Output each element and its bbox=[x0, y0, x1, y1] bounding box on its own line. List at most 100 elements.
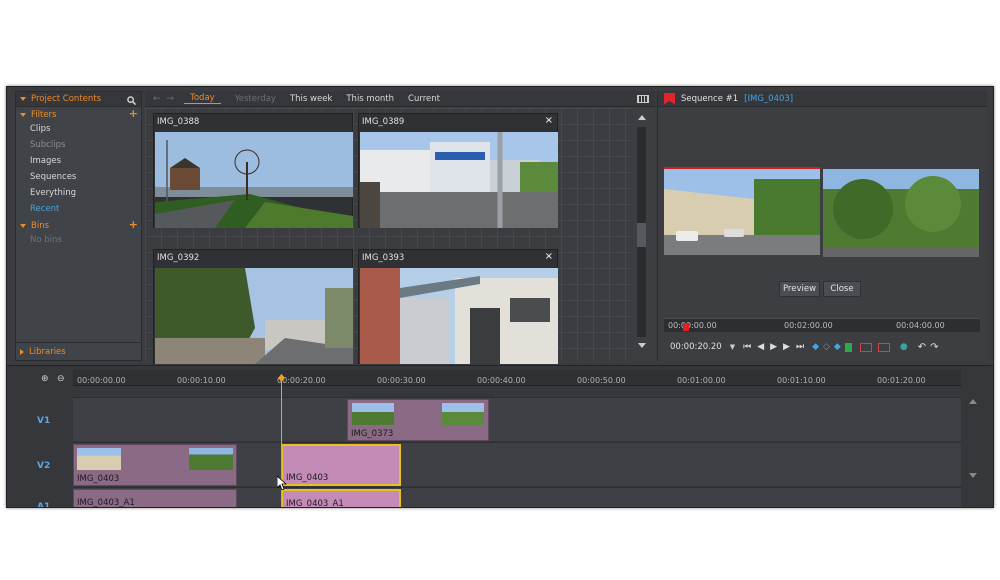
scroll-down-icon[interactable] bbox=[638, 343, 646, 348]
playhead-marker-icon[interactable] bbox=[683, 323, 689, 331]
editor-window: Project Contents Filters + Clips Subclip… bbox=[6, 86, 994, 508]
program-viewer[interactable] bbox=[823, 169, 979, 257]
ruler-label: 00:00:00.00 bbox=[668, 321, 717, 330]
thumbnail-image bbox=[155, 268, 353, 364]
browser-scrollbar[interactable] bbox=[636, 113, 648, 353]
ruler-label: 00:01:10.00 bbox=[777, 376, 826, 385]
filters-label: Filters bbox=[31, 110, 57, 120]
timeline-clip[interactable]: IMG_0373 bbox=[347, 399, 489, 441]
tab-today[interactable]: Today bbox=[184, 93, 221, 104]
project-contents-panel: Project Contents Filters + Clips Subclip… bbox=[15, 91, 142, 361]
close-button[interactable]: Close bbox=[823, 281, 861, 297]
mark-in-icon[interactable]: ◆ bbox=[812, 342, 819, 352]
zoom-in-icon[interactable]: ⊕ bbox=[41, 374, 49, 384]
close-icon[interactable]: × bbox=[545, 251, 553, 262]
selected-audio-clip[interactable]: IMG_0403_A1 bbox=[281, 489, 401, 507]
go-to-start-icon[interactable]: ⏮ bbox=[743, 342, 751, 352]
bins-header[interactable]: Bins + bbox=[16, 218, 141, 233]
undo-icon[interactable]: ↶ bbox=[918, 342, 926, 353]
timeline-clip[interactable]: IMG_0403 bbox=[73, 444, 237, 486]
thumbnail-image bbox=[360, 268, 558, 364]
ruler-label: 00:02:00.00 bbox=[784, 321, 833, 330]
record-voice-icon[interactable]: ● bbox=[900, 342, 908, 352]
track-label-a1[interactable]: A1 bbox=[37, 502, 50, 507]
clip-thumb bbox=[442, 403, 484, 425]
delete-icon[interactable] bbox=[877, 342, 890, 352]
project-contents-title: Project Contents bbox=[31, 94, 102, 104]
step-forward-icon[interactable]: ▶ bbox=[783, 342, 790, 352]
thumbnail-card[interactable]: IMG_0389 × bbox=[358, 113, 558, 228]
thumbnail-title: IMG_0388 bbox=[157, 117, 200, 127]
replace-icon[interactable] bbox=[859, 342, 872, 352]
ruler-label: 00:00:40.00 bbox=[477, 376, 526, 385]
transport-bar: 00:00:20.20 ▼ ⏮ ◀ ▶ ▶ ⏭ ◆ ◇ ◆ ● ↶ ↷ bbox=[664, 339, 984, 355]
play-icon[interactable]: ▶ bbox=[770, 342, 777, 352]
scroll-up-icon[interactable] bbox=[969, 399, 977, 404]
tab-this-week[interactable]: This week bbox=[290, 93, 332, 105]
clip-label: IMG_0403_A1 bbox=[77, 498, 135, 508]
thumbnail-title-row: IMG_0389 × bbox=[359, 114, 557, 131]
thumbnail-card[interactable]: IMG_0393 × bbox=[358, 249, 558, 364]
source-viewer[interactable] bbox=[664, 167, 820, 255]
track-label-v2[interactable]: V2 bbox=[37, 461, 50, 471]
filter-item-everything[interactable]: Everything bbox=[16, 186, 141, 202]
project-contents-header[interactable]: Project Contents bbox=[16, 92, 141, 107]
filter-item-sequences[interactable]: Sequences bbox=[16, 170, 141, 186]
add-filter-icon[interactable]: + bbox=[129, 107, 138, 120]
zoom-out-icon[interactable]: ⊖ bbox=[57, 374, 65, 384]
forward-arrow-icon[interactable]: → bbox=[167, 94, 175, 104]
thumbnail-title-row: IMG_0393 × bbox=[359, 250, 557, 267]
track-v1[interactable] bbox=[73, 397, 961, 441]
scroll-up-icon[interactable] bbox=[638, 115, 646, 120]
preview-button[interactable]: Preview bbox=[779, 281, 820, 297]
ruler-label: 00:00:10.00 bbox=[177, 376, 226, 385]
go-to-end-icon[interactable]: ⏭ bbox=[796, 342, 804, 352]
filter-item-recent[interactable]: Recent bbox=[16, 202, 141, 218]
filters-header[interactable]: Filters + bbox=[16, 107, 141, 122]
filter-item-subclips[interactable]: Subclips bbox=[16, 138, 141, 154]
libraries-label: Libraries bbox=[29, 347, 66, 357]
back-arrow-icon[interactable]: ← bbox=[153, 94, 161, 104]
thumbnail-card[interactable]: IMG_0388 bbox=[153, 113, 353, 228]
tab-this-month[interactable]: This month bbox=[346, 93, 394, 105]
media-browser: ← → Today Yesterday This week This month… bbox=[145, 91, 655, 364]
selected-timeline-clip[interactable]: IMG_0403 bbox=[281, 444, 401, 486]
filter-item-images[interactable]: Images bbox=[16, 154, 141, 170]
thumbnail-title: IMG_0392 bbox=[157, 253, 200, 263]
sequence-title: Sequence #1 bbox=[681, 93, 739, 104]
tab-yesterday[interactable]: Yesterday bbox=[235, 93, 276, 105]
step-back-icon[interactable]: ◀ bbox=[757, 342, 764, 352]
grid-view-icon[interactable] bbox=[637, 95, 649, 103]
thumbnail-title: IMG_0389 bbox=[362, 117, 405, 127]
clip-thumb bbox=[77, 448, 121, 470]
clear-marks-icon[interactable]: ◇ bbox=[823, 342, 830, 352]
sequence-panel: Sequence #1 [IMG_0403] Preview Close 00:… bbox=[657, 91, 987, 361]
filter-item-clips[interactable]: Clips bbox=[16, 122, 141, 138]
sequence-clip-ref: [IMG_0403] bbox=[744, 93, 794, 104]
insert-icon[interactable] bbox=[844, 342, 852, 352]
timecode-dropdown-icon[interactable]: ▼ bbox=[730, 343, 735, 351]
mark-out-icon[interactable]: ◆ bbox=[834, 342, 841, 352]
scroll-down-icon[interactable] bbox=[969, 473, 977, 478]
timeline: ⊕ ⊖ 00:00:00.00 00:00:10.00 00:00:20.00 … bbox=[7, 365, 993, 508]
timeline-ruler[interactable]: 00:00:00.00 00:00:10.00 00:00:20.00 00:0… bbox=[73, 370, 961, 386]
scroll-thumb[interactable] bbox=[637, 223, 646, 247]
timecode-display[interactable]: 00:00:20.20 bbox=[670, 342, 722, 352]
bookmark-icon[interactable] bbox=[664, 92, 675, 105]
clip-label: IMG_0403 bbox=[77, 474, 120, 484]
close-icon[interactable]: × bbox=[545, 115, 553, 126]
sequence-ruler[interactable]: 00:00:00.00 00:02:00.00 00:04:00.00 bbox=[664, 318, 980, 332]
thumbnail-card[interactable]: IMG_0392 bbox=[153, 249, 353, 364]
audio-clip[interactable]: IMG_0403_A1 bbox=[73, 489, 237, 508]
timeline-scrollbar[interactable] bbox=[967, 397, 979, 507]
ruler-label: 00:04:00.00 bbox=[896, 321, 945, 330]
add-bin-icon[interactable]: + bbox=[129, 218, 138, 231]
redo-icon[interactable]: ↷ bbox=[930, 342, 938, 353]
libraries-header[interactable]: Libraries bbox=[16, 342, 141, 359]
tab-current[interactable]: Current bbox=[408, 93, 440, 105]
mouse-cursor-icon bbox=[277, 476, 287, 490]
track-label-v1[interactable]: V1 bbox=[37, 416, 50, 426]
sequence-header: Sequence #1 [IMG_0403] bbox=[658, 91, 987, 107]
bins-empty-text: No bins bbox=[30, 235, 62, 245]
ruler-label: 00:00:00.00 bbox=[77, 376, 126, 385]
